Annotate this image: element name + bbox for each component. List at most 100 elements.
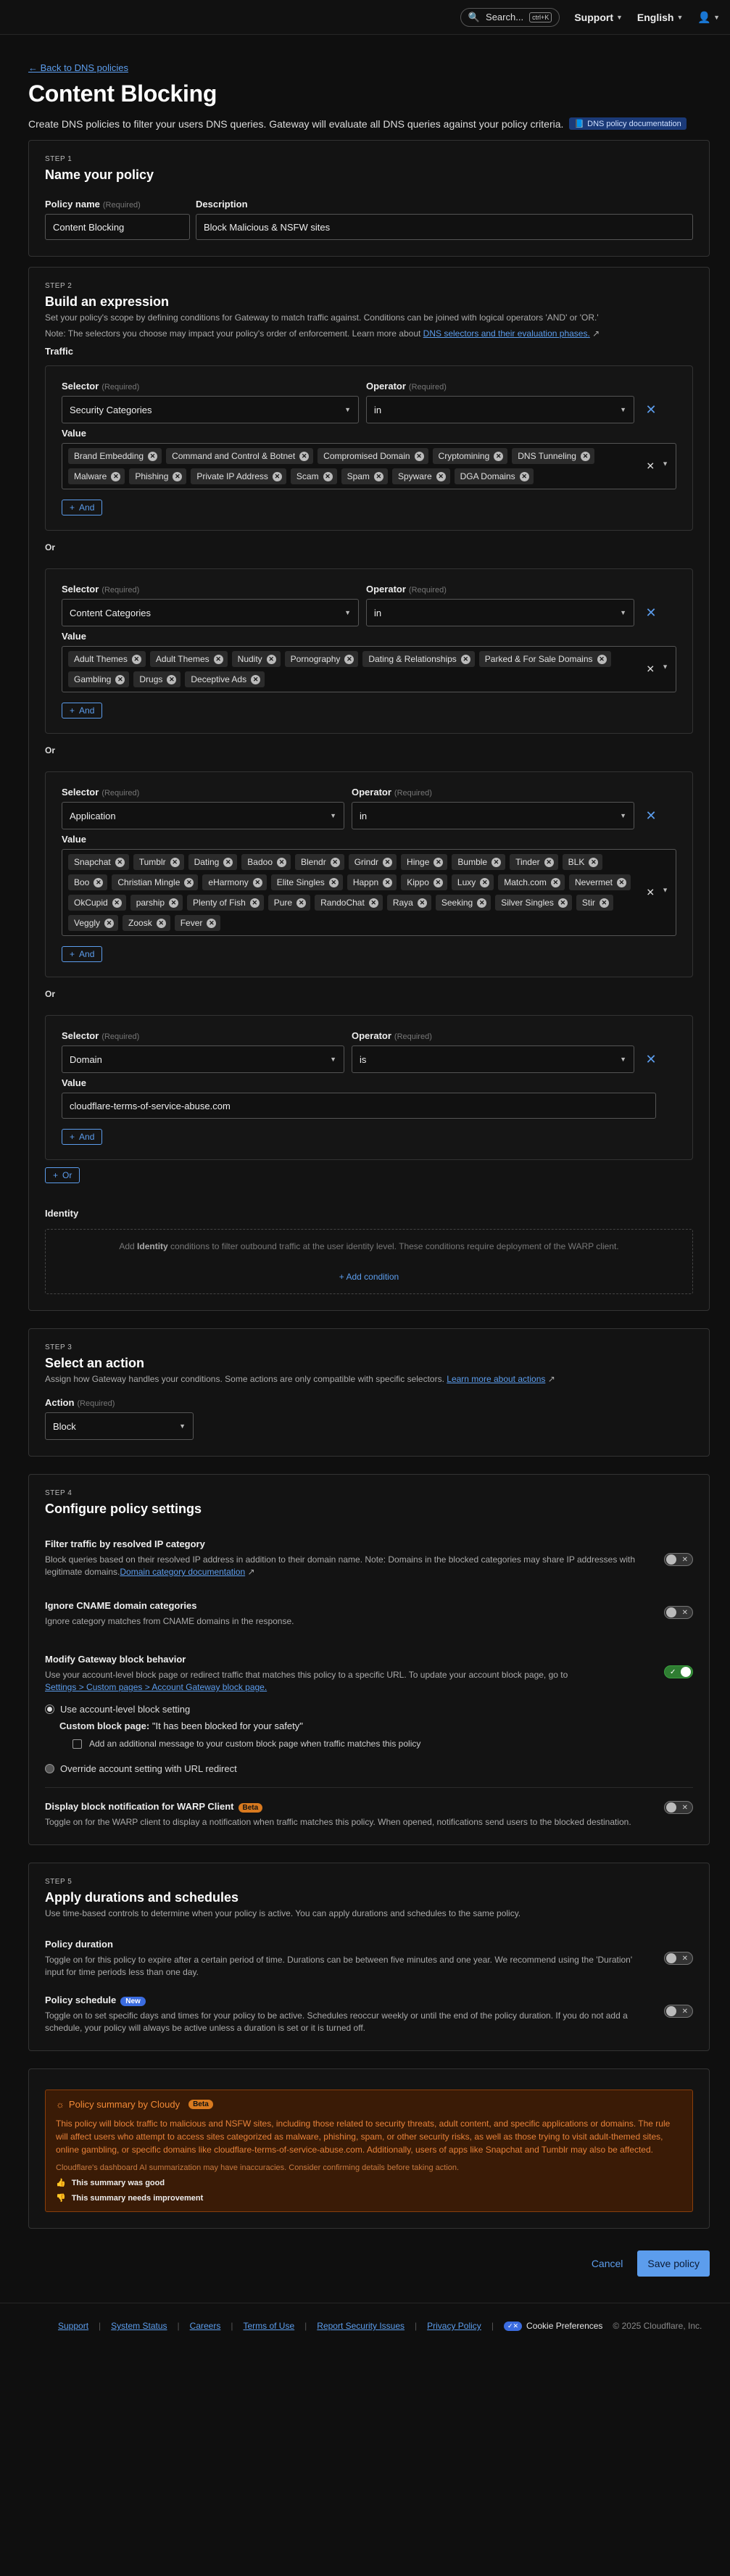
remove-tag-icon[interactable]: ✕ [368, 898, 378, 908]
value-tag[interactable]: Plenty of Fish ✕ [187, 895, 264, 911]
value-tag[interactable]: Elite Singles ✕ [270, 874, 343, 890]
value-tag[interactable]: BLK ✕ [562, 854, 603, 870]
remove-tag-icon[interactable]: ✕ [494, 451, 504, 461]
remove-tag-icon[interactable]: ✕ [131, 654, 141, 664]
remove-tag-icon[interactable]: ✕ [434, 857, 444, 867]
remove-tag-icon[interactable]: ✕ [433, 877, 443, 887]
radio-account-level[interactable]: Use account-level block setting [45, 1704, 693, 1715]
remove-tag-icon[interactable]: ✕ [207, 918, 217, 928]
remove-tag-icon[interactable]: ✕ [252, 877, 262, 887]
remove-tag-icon[interactable]: ✕ [414, 451, 424, 461]
remove-tag-icon[interactable]: ✕ [148, 451, 158, 461]
value-tag[interactable]: Drugs ✕ [133, 671, 181, 687]
back-link[interactable]: ← Back to DNS policies [28, 62, 710, 73]
value-tag[interactable]: Christian Mingle ✕ [112, 874, 199, 890]
value-multiselect[interactable]: Adult Themes ✕ Adult Themes ✕ Nudity ✕ Pornogr… [62, 646, 676, 692]
language-menu[interactable]: English ▼ [637, 12, 683, 23]
value-tag[interactable]: Tumblr ✕ [133, 854, 184, 870]
selector-select[interactable]: Domain ▼ [62, 1045, 344, 1073]
value-tag[interactable]: Nudity ✕ [231, 651, 281, 667]
value-tag[interactable]: Nevermet ✕ [568, 874, 631, 890]
add-message-checkbox[interactable]: Add an additional message to your custom… [72, 1739, 693, 1749]
chevron-down-icon[interactable]: ▼ [662, 460, 668, 473]
remove-tag-icon[interactable]: ✕ [383, 877, 393, 887]
and-button[interactable]: + And [62, 946, 103, 962]
value-tag[interactable]: Grindr ✕ [348, 854, 397, 870]
operator-select[interactable]: is ▼ [352, 1045, 634, 1073]
remove-tag-icon[interactable]: ✕ [249, 898, 260, 908]
value-tag[interactable]: Parked & For Sale Domains ✕ [478, 651, 611, 667]
remove-tag-icon[interactable]: ✕ [616, 877, 626, 887]
footer-link[interactable]: Terms of Use [243, 2321, 294, 2331]
remove-tag-icon[interactable]: ✕ [460, 654, 470, 664]
remove-tag-icon[interactable]: ✕ [213, 654, 223, 664]
resolved-ip-toggle[interactable]: ✕ [664, 1553, 693, 1566]
domain-category-link[interactable]: Domain category documentation [120, 1567, 245, 1577]
value-tag[interactable]: Zoosk ✕ [123, 915, 170, 931]
remove-tag-icon[interactable]: ✕ [417, 898, 427, 908]
value-tag[interactable]: Snapchat ✕ [68, 854, 129, 870]
remove-tag-icon[interactable]: ✕ [436, 471, 446, 481]
value-tag[interactable]: Happn ✕ [347, 874, 397, 890]
remove-tag-icon[interactable]: ✕ [323, 471, 333, 481]
selector-select[interactable]: Content Categories ▼ [62, 599, 359, 626]
value-tag[interactable]: Bumble ✕ [452, 854, 506, 870]
value-tag[interactable]: DNS Tunneling ✕ [512, 448, 594, 464]
value-tag[interactable]: Command and Control & Botnet ✕ [166, 448, 314, 464]
value-multiselect[interactable]: Snapchat ✕ Tumblr ✕ Dating ✕ Badoo ✕ Blendr ✕ Grin… [62, 849, 676, 936]
remove-tag-icon[interactable]: ✕ [115, 857, 125, 867]
value-tag[interactable]: Malware ✕ [68, 468, 125, 484]
cookie-preferences[interactable]: ✓✕ Cookie Preferences [503, 2321, 602, 2331]
remove-tag-icon[interactable]: ✕ [519, 471, 529, 481]
remove-condition-icon[interactable]: ✕ [642, 1045, 660, 1073]
remove-condition-icon[interactable]: ✕ [642, 599, 660, 626]
value-tag[interactable]: Blendr ✕ [295, 854, 344, 870]
operator-select[interactable]: in ▼ [366, 599, 634, 626]
remove-tag-icon[interactable]: ✕ [550, 877, 560, 887]
description-input[interactable]: Block Malicious & NSFW sites [196, 214, 693, 240]
block-behavior-toggle[interactable]: ✓ [664, 1665, 693, 1678]
value-tag[interactable]: eHarmony ✕ [202, 874, 267, 890]
chevron-down-icon[interactable]: ▼ [662, 887, 668, 899]
remove-tag-icon[interactable]: ✕ [173, 471, 183, 481]
remove-tag-icon[interactable]: ✕ [491, 857, 502, 867]
remove-tag-icon[interactable]: ✕ [272, 471, 282, 481]
warp-notification-toggle[interactable]: ✕ [664, 1801, 693, 1814]
operator-select[interactable]: in ▼ [352, 802, 634, 829]
value-tag[interactable]: Match.com ✕ [498, 874, 565, 890]
remove-tag-icon[interactable]: ✕ [544, 857, 554, 867]
value-tag[interactable]: Adult Themes ✕ [68, 651, 146, 667]
block-page-settings-link[interactable]: Settings > Custom pages > Account Gatewa… [45, 1682, 267, 1692]
value-tag[interactable]: Boo ✕ [68, 874, 108, 890]
remove-tag-icon[interactable]: ✕ [169, 898, 179, 908]
remove-tag-icon[interactable]: ✕ [328, 877, 339, 887]
radio-url-redirect[interactable]: Override account setting with URL redire… [45, 1763, 693, 1774]
learn-actions-link[interactable]: Learn more about actions [447, 1374, 545, 1384]
remove-tag-icon[interactable]: ✕ [383, 857, 393, 867]
cancel-button[interactable]: Cancel [584, 2252, 631, 2275]
value-tag[interactable]: Stir ✕ [576, 895, 613, 911]
value-tag[interactable]: Pure ✕ [267, 895, 311, 911]
footer-link[interactable]: Careers [190, 2321, 221, 2331]
remove-tag-icon[interactable]: ✕ [589, 857, 599, 867]
save-policy-button[interactable]: Save policy [637, 2250, 710, 2277]
value-tag[interactable]: parship ✕ [130, 895, 183, 911]
value-tag[interactable]: Badoo ✕ [241, 854, 291, 870]
clear-all-icon[interactable]: ✕ [646, 663, 655, 676]
value-tag[interactable]: Phishing ✕ [129, 468, 187, 484]
clear-all-icon[interactable]: ✕ [646, 460, 655, 473]
policy-duration-toggle[interactable]: ✕ [664, 1952, 693, 1965]
and-button[interactable]: + And [62, 500, 103, 515]
value-tag[interactable]: RandoChat ✕ [315, 895, 383, 911]
value-tag[interactable]: OkCupid ✕ [68, 895, 126, 911]
remove-tag-icon[interactable]: ✕ [111, 471, 121, 481]
footer-link[interactable]: Support [58, 2321, 88, 2331]
remove-tag-icon[interactable]: ✕ [104, 918, 115, 928]
value-tag[interactable]: Spam ✕ [341, 468, 388, 484]
selector-select[interactable]: Security Categories ▼ [62, 396, 359, 423]
action-select[interactable]: Block ▼ [45, 1412, 194, 1440]
remove-tag-icon[interactable]: ✕ [299, 451, 310, 461]
remove-tag-icon[interactable]: ✕ [296, 898, 307, 908]
remove-tag-icon[interactable]: ✕ [184, 877, 194, 887]
cname-toggle[interactable]: ✕ [664, 1606, 693, 1619]
